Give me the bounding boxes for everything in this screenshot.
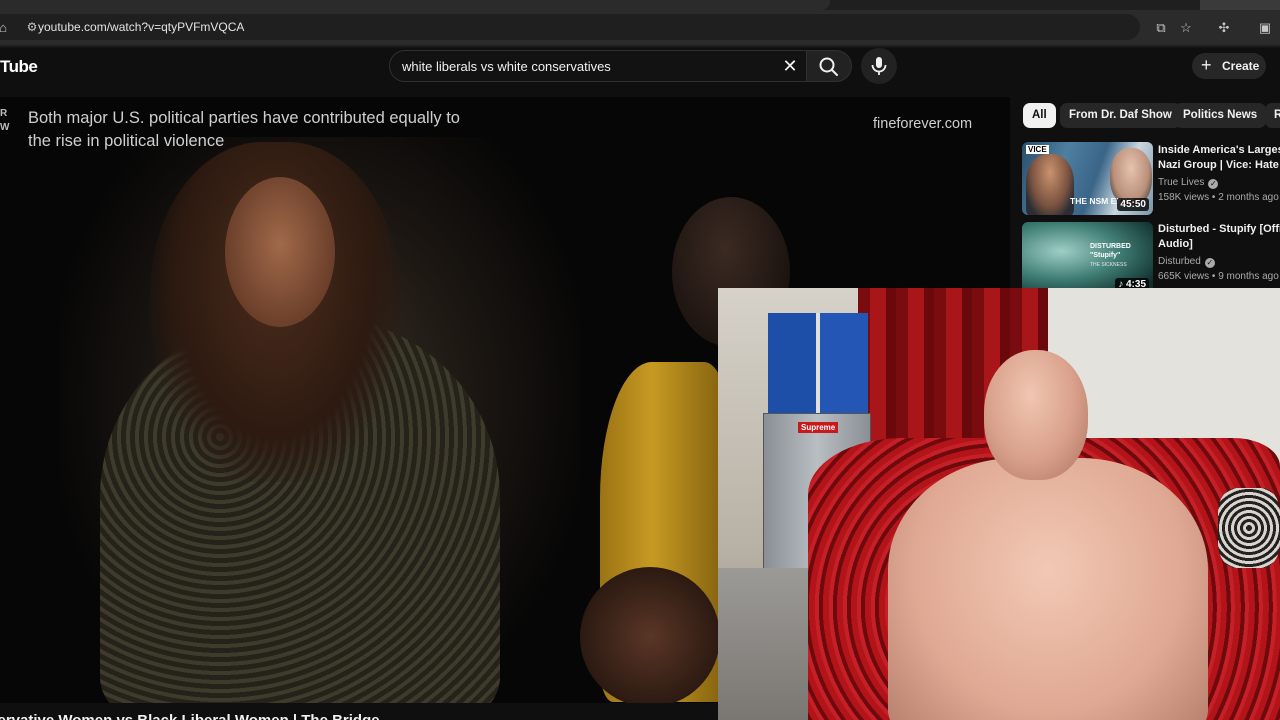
clear-search-icon[interactable]: ✕ — [780, 56, 800, 76]
search-button[interactable] — [806, 50, 852, 82]
recommendation-title[interactable]: Disturbed - Stupify [Offici Audio] — [1158, 222, 1280, 252]
recommendation-channel[interactable]: True Lives ✓ — [1158, 177, 1219, 189]
video-thumbnail[interactable]: VICE THE NSM EXPO 45:50 — [1022, 142, 1153, 215]
thumbnail-text: DISTURBED "Stupify" — [1090, 242, 1131, 260]
search-input[interactable]: white liberals vs white conservatives ✕ — [389, 50, 811, 82]
recommendation-channel[interactable]: Disturbed ✓ — [1158, 256, 1215, 268]
search-query-text[interactable]: white liberals vs white conservatives — [402, 59, 611, 74]
video-channel-mark: R W — [0, 108, 10, 133]
plus-icon: + — [1201, 55, 1212, 75]
recommendation-title-line: Inside America's Largest — [1158, 144, 1280, 156]
url-text[interactable]: youtube.com/watch?v=qtyPVFmVQCA — [38, 20, 244, 34]
recommendation-title[interactable]: Inside America's Largest Nazi Group | Vi… — [1158, 143, 1280, 173]
thumbnail-song-name: "Stupify" — [1090, 252, 1121, 259]
toolbar-shadow — [0, 44, 1280, 48]
recommendation-title-line: Disturbed - Stupify [Offici — [1158, 223, 1280, 235]
video-watermark: fineforever.com — [873, 116, 973, 132]
microphone-icon — [871, 57, 887, 75]
verified-icon: ✓ — [1204, 258, 1215, 268]
create-label: Create — [1222, 59, 1260, 73]
verified-icon: ✓ — [1208, 179, 1219, 189]
bookmark-star-icon[interactable]: ☆ — [1177, 19, 1195, 37]
recommendation-title-line: Audio] — [1158, 238, 1193, 250]
search-icon — [819, 57, 838, 76]
video-caption: Both major U.S. political parties have c… — [28, 109, 460, 150]
channel-name: True Lives — [1158, 177, 1205, 188]
thumbnail-band-name: DISTURBED — [1090, 243, 1131, 250]
webcam-person-head — [984, 350, 1088, 480]
video-duration: 45:50 — [1117, 198, 1149, 211]
chip-more[interactable]: R — [1265, 103, 1280, 128]
recommendation-meta: 665K views • 9 months ago — [1158, 271, 1279, 282]
thumbnail-badge: VICE — [1026, 145, 1049, 154]
video-thumbnail[interactable]: DISTURBED "Stupify" THE SICKNESS ♪ 4:35 — [1022, 222, 1153, 295]
browser-tab-active[interactable] — [0, 0, 830, 10]
recommendation-item[interactable]: VICE THE NSM EXPO 45:50 Inside America's… — [1022, 142, 1280, 216]
home-icon[interactable]: ⌂ — [0, 19, 12, 37]
chip-politics-news[interactable]: Politics News — [1174, 103, 1267, 128]
thumbnail-subtext: THE SICKNESS — [1090, 262, 1127, 268]
webcam-person-torso — [888, 458, 1208, 720]
chip-from-channel[interactable]: From Dr. Daf Show — [1060, 103, 1181, 128]
address-bar[interactable]: ⚙ youtube.com/watch?v=qtyPVFmVQCA — [0, 14, 1140, 40]
side-panel-icon[interactable]: ▣ — [1256, 19, 1274, 37]
browser-tab[interactable] — [1200, 0, 1280, 10]
fridge-sticker: Supreme — [798, 422, 839, 433]
webcam-pillow — [1218, 488, 1280, 568]
thumbnail-person — [1026, 154, 1074, 215]
create-button[interactable]: + Create — [1192, 53, 1266, 79]
install-app-icon[interactable]: ⧉ — [1152, 19, 1170, 37]
video-person-right-legs — [580, 567, 720, 703]
youtube-logo[interactable]: Tube — [0, 57, 38, 77]
video-person-left-face — [225, 177, 335, 327]
browser-toolbar: ⚙ youtube.com/watch?v=qtyPVFmVQCA ⌂ ⧉ ☆ … — [0, 10, 1280, 44]
voice-search-button[interactable] — [861, 48, 897, 84]
channel-name: Disturbed — [1158, 256, 1201, 267]
recommendation-item[interactable]: DISTURBED "Stupify" THE SICKNESS ♪ 4:35 D… — [1022, 222, 1280, 296]
video-title: nservative Women vs Black Liberal Women … — [0, 712, 380, 720]
extensions-icon[interactable]: ✣ — [1215, 19, 1233, 37]
recommendation-meta: 158K views • 2 months ago — [1158, 192, 1279, 203]
browser-tab-strip — [0, 0, 1280, 10]
webcam-overlay: Supreme — [718, 288, 1280, 720]
webcam-boxes — [768, 313, 868, 413]
chip-all[interactable]: All — [1023, 103, 1056, 128]
recommendation-title-line: Nazi Group | Vice: Hate T — [1158, 159, 1280, 171]
